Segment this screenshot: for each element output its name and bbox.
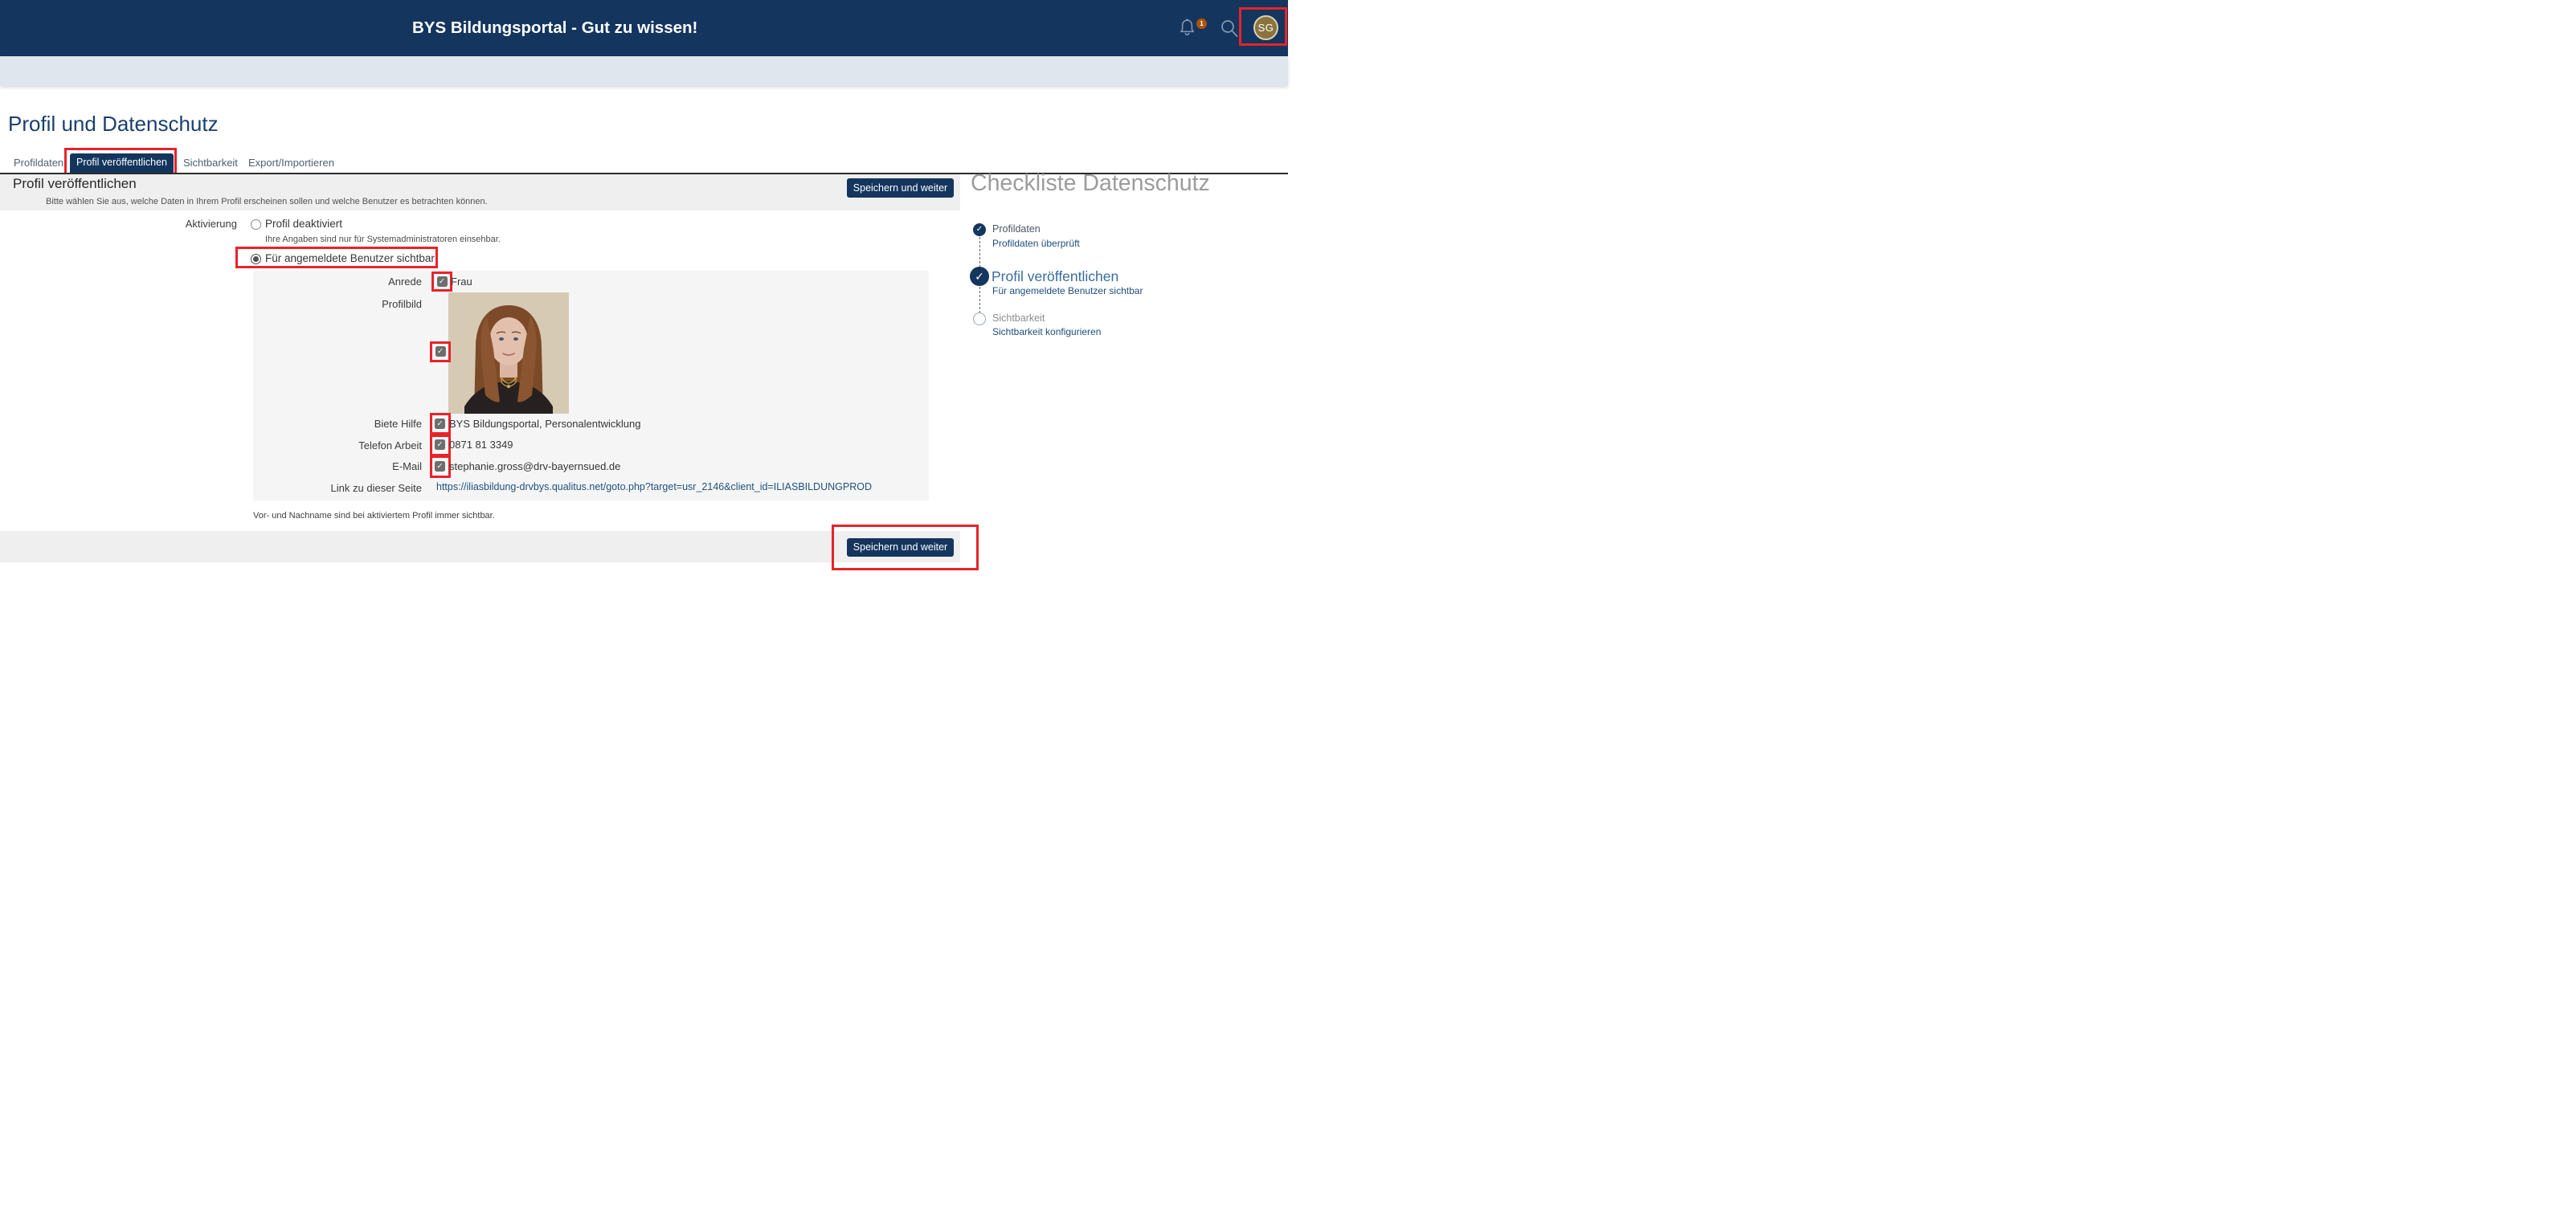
check-icon: ✓ xyxy=(437,419,444,428)
checkbox-telefon-arbeit[interactable]: ✓ xyxy=(435,439,445,450)
checklist-title: Checkliste Datenschutz xyxy=(971,170,1210,197)
save-and-continue-button-top[interactable]: Speichern und weiter xyxy=(847,178,954,198)
check-icon: ✓ xyxy=(439,277,445,286)
radio-profil-deaktiviert[interactable] xyxy=(251,219,261,230)
checklist-connector xyxy=(979,237,980,268)
radio-angemeldete-benutzer[interactable] xyxy=(251,254,261,264)
bell-icon xyxy=(1178,27,1196,41)
notification-count-badge: 1 xyxy=(1196,18,1207,29)
check-icon: ✓ xyxy=(975,270,984,283)
field-label-biete-hilfe: Biete Hilfe xyxy=(253,418,422,430)
checklist-step-current-icon: ✓ xyxy=(970,267,989,286)
check-icon: ✓ xyxy=(437,347,444,356)
profile-photo xyxy=(448,292,569,414)
field-label-email: E-Mail xyxy=(253,460,422,472)
checkbox-profilbild[interactable]: ✓ xyxy=(435,346,446,357)
field-value-email: stephanie.gross@drv-bayernsued.de xyxy=(449,460,620,472)
field-value-biete-hilfe: BYS Bildungsportal, Personalentwicklung xyxy=(449,418,640,430)
page-title: Profil und Datenschutz xyxy=(8,112,219,137)
checkbox-biete-hilfe[interactable]: ✓ xyxy=(435,419,445,429)
secondary-header-bar xyxy=(0,56,1288,86)
radio-angemeldete-benutzer-label[interactable]: Für angemeldete Benutzer sichtbar xyxy=(265,252,435,264)
radio-profil-deaktiviert-label[interactable]: Profil deaktiviert xyxy=(265,218,342,230)
form-note: Vor- und Nachname sind bei aktiviertem P… xyxy=(253,511,495,521)
field-label-profilbild: Profilbild xyxy=(253,298,422,310)
check-icon: ✓ xyxy=(976,225,983,234)
radio-deactivated-help: Ihre Angaben sind nur für Systemadminist… xyxy=(265,235,501,244)
profile-page-link[interactable]: https://iliasbildung-drvbys.qualitus.net… xyxy=(436,481,872,492)
tab-profil-veroeffentlichen[interactable]: Profil veröffentlichen xyxy=(70,153,174,173)
checkbox-email[interactable]: ✓ xyxy=(435,461,445,472)
checklist-step-1-sublink[interactable]: Profildaten überprüft xyxy=(992,238,1080,249)
section-title: Profil veröffentlichen xyxy=(13,176,137,192)
search-icon xyxy=(1220,28,1239,42)
check-icon: ✓ xyxy=(437,462,444,471)
checklist-step-3-sublink[interactable]: Sichtbarkeit konfigurieren xyxy=(992,326,1101,337)
notifications-button[interactable] xyxy=(1178,18,1196,38)
form-footer-bar xyxy=(0,531,960,562)
checklist-step-todo-icon xyxy=(973,312,986,325)
check-icon: ✓ xyxy=(437,440,444,449)
checklist-step-done-icon: ✓ xyxy=(973,223,986,236)
tab-profildaten[interactable]: Profildaten xyxy=(14,157,63,169)
field-label-anrede: Anrede xyxy=(253,276,422,288)
search-button[interactable] xyxy=(1220,18,1239,39)
checklist-step-2-sublink[interactable]: Für angemeldete Benutzer sichtbar xyxy=(992,285,1143,296)
checklist-step-2-label: Profil veröffentlichen xyxy=(992,268,1118,285)
tab-sichtbarkeit[interactable]: Sichtbarkeit xyxy=(183,157,238,169)
field-label-telefon-arbeit: Telefon Arbeit xyxy=(253,439,422,451)
user-avatar[interactable]: SG xyxy=(1253,15,1278,40)
field-value-telefon-arbeit: 0871 81 3349 xyxy=(449,439,513,451)
field-label-link: Link zu dieser Seite xyxy=(253,482,422,494)
checklist-step-1-label: Profildaten xyxy=(992,223,1041,235)
tab-export-importieren[interactable]: Export/Importieren xyxy=(248,157,334,169)
section-description: Bitte wählen Sie aus, welche Daten in Ih… xyxy=(46,197,488,206)
checklist-connector xyxy=(979,287,980,313)
checkbox-anrede[interactable]: ✓ xyxy=(437,276,448,287)
field-value-anrede: Frau xyxy=(451,276,472,288)
activation-label: Aktivierung xyxy=(141,218,237,230)
save-and-continue-button-bottom[interactable]: Speichern und weiter xyxy=(847,538,954,557)
app-title: BYS Bildungsportal - Gut zu wissen! xyxy=(412,0,697,56)
checklist-step-3-label: Sichtbarkeit xyxy=(992,312,1045,324)
